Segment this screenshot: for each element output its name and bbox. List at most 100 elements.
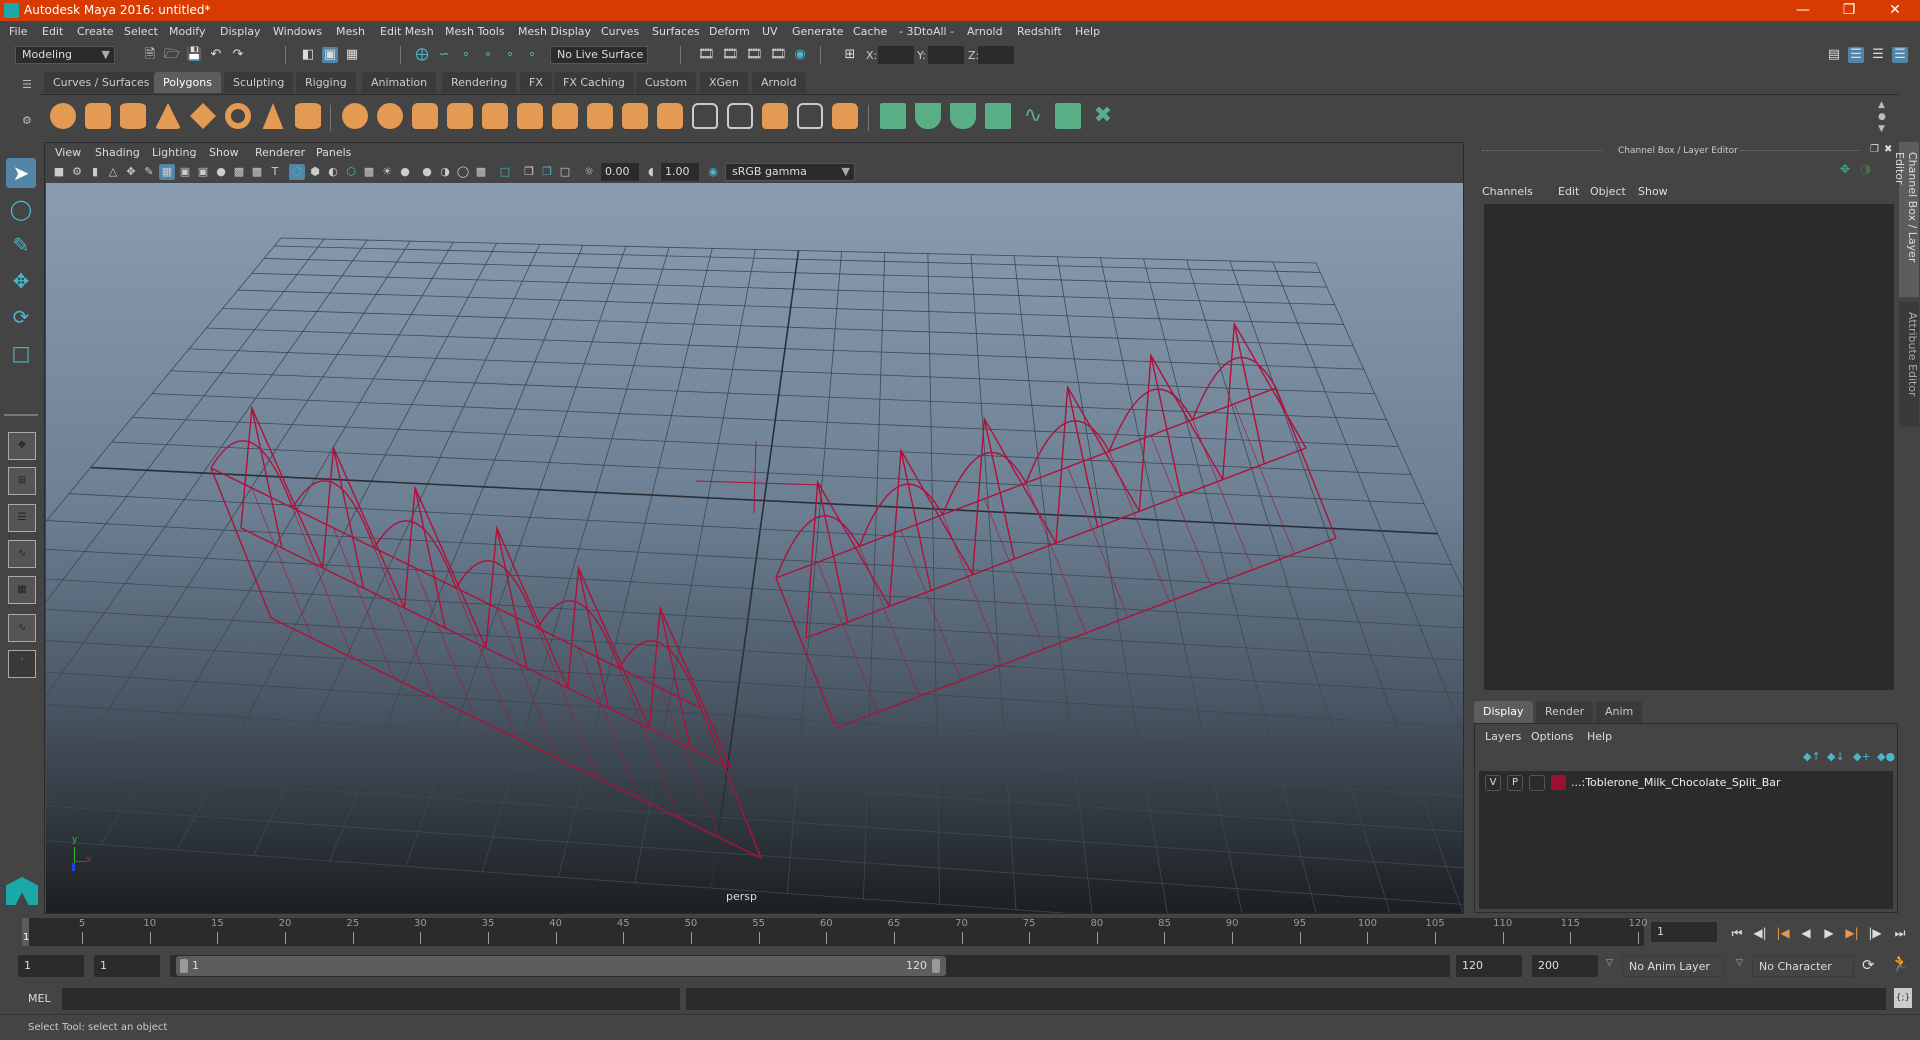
view-transform-dropdown[interactable]: sRGB gamma ▼ bbox=[725, 163, 855, 181]
poly-cone-icon[interactable] bbox=[155, 103, 181, 129]
default-material-icon[interactable]: ◐ bbox=[325, 164, 341, 180]
image-plane-icon[interactable]: △ bbox=[105, 164, 121, 180]
shelf-tab-arnold[interactable]: Arnold bbox=[752, 72, 806, 93]
poly-sphere-icon[interactable] bbox=[50, 103, 76, 129]
select-by-component-icon[interactable]: ▦ bbox=[344, 47, 360, 63]
snap-bake-icon[interactable]: ∘ bbox=[524, 47, 540, 63]
xray-joints-icon[interactable]: ❐ bbox=[539, 164, 555, 180]
rotate-tool-icon[interactable]: ⟳ bbox=[6, 302, 36, 332]
connect-icon[interactable] bbox=[657, 103, 683, 129]
menu-redshift[interactable]: Redshift bbox=[1017, 25, 1062, 38]
motion-blur-icon[interactable]: ◑ bbox=[437, 164, 453, 180]
current-frame-field[interactable]: 1 bbox=[1651, 922, 1717, 942]
shadows-icon[interactable]: ● bbox=[397, 164, 413, 180]
object-menu[interactable]: Object bbox=[1590, 185, 1626, 198]
poly-pipe-icon[interactable] bbox=[295, 103, 321, 129]
command-input[interactable] bbox=[62, 988, 680, 1010]
menu-arnold[interactable]: Arnold bbox=[967, 25, 1003, 38]
shelf-tab-sculpting[interactable]: Sculpting bbox=[224, 72, 294, 93]
z-field[interactable] bbox=[978, 46, 1014, 64]
animation-start-field[interactable]: 1 bbox=[18, 955, 84, 977]
anim-layer-dropdown[interactable]: No Anim Layer bbox=[1622, 955, 1724, 977]
append-polygon-icon[interactable] bbox=[692, 103, 718, 129]
field-chart-icon[interactable]: ▩ bbox=[231, 164, 247, 180]
four-view-layout-icon[interactable]: ⊞ bbox=[8, 467, 36, 495]
poly-torus-icon[interactable] bbox=[225, 103, 251, 129]
menu-create[interactable]: Create bbox=[77, 25, 114, 38]
snap-view-plane-icon[interactable]: ∘ bbox=[480, 47, 496, 63]
shelf-tab-rigging[interactable]: Rigging bbox=[296, 72, 356, 93]
menu-generate[interactable]: Generate bbox=[792, 25, 843, 38]
menu-file[interactable]: File bbox=[9, 25, 27, 38]
exposure-field[interactable]: 0.00 bbox=[601, 163, 639, 181]
playback-start-field[interactable]: 1 bbox=[94, 955, 160, 977]
tool-settings-icon[interactable]: ☰ bbox=[1870, 47, 1886, 63]
color-management-icon[interactable]: ◉ bbox=[705, 164, 721, 180]
bridge-icon[interactable] bbox=[552, 103, 578, 129]
render-settings-icon[interactable]: 🎞 bbox=[698, 47, 715, 63]
gate-mask-icon[interactable]: ● bbox=[213, 164, 229, 180]
close-button[interactable]: ✕ bbox=[1872, 0, 1918, 21]
go-to-end-icon[interactable]: ⏭ bbox=[1891, 924, 1909, 942]
shelf-tab-fx[interactable]: FX bbox=[520, 72, 552, 93]
show-menu[interactable]: Show bbox=[1638, 185, 1668, 198]
grease-pencil-icon[interactable]: ✎ bbox=[141, 164, 157, 180]
menu-curves[interactable]: Curves bbox=[601, 25, 639, 38]
multi-cut-icon[interactable] bbox=[587, 103, 613, 129]
hyper-icon[interactable]: ∕ bbox=[1880, 162, 1884, 177]
shelf-tab-rendering[interactable]: Rendering bbox=[442, 72, 517, 93]
persp-outliner-layout-icon[interactable]: ☰ bbox=[8, 504, 36, 532]
viewport-menu-shading[interactable]: Shading bbox=[95, 146, 140, 159]
modeling-toolkit-icon[interactable]: ▤ bbox=[1826, 47, 1842, 63]
lasso-tool-icon[interactable]: ◯ bbox=[6, 194, 36, 224]
channel-box-toggle-icon[interactable]: ☰ bbox=[1892, 47, 1908, 63]
layout-uvs-icon[interactable] bbox=[1055, 103, 1081, 129]
layer-tab-display[interactable]: Display bbox=[1474, 701, 1533, 723]
poly-cube-icon[interactable] bbox=[85, 103, 111, 129]
combine-icon[interactable] bbox=[342, 103, 368, 129]
custom-layout-icon[interactable]: ˙ bbox=[8, 650, 36, 678]
safe-title-icon[interactable]: T bbox=[267, 164, 283, 180]
poly-plane-icon[interactable] bbox=[190, 103, 216, 129]
menu-surfaces[interactable]: Surfaces bbox=[652, 25, 700, 38]
animation-end-field[interactable]: 200 bbox=[1532, 955, 1598, 977]
resolution-gate-icon[interactable]: ▣ bbox=[195, 164, 211, 180]
smooth-icon[interactable] bbox=[447, 103, 473, 129]
shelf-tab-custom[interactable]: Custom bbox=[636, 72, 697, 93]
select-by-object-icon[interactable]: ▣ bbox=[322, 47, 338, 63]
textured-icon[interactable]: ▩ bbox=[361, 164, 377, 180]
isolate-select-icon[interactable]: □ bbox=[497, 164, 513, 180]
transform-input-icon[interactable]: ⊞ bbox=[842, 47, 858, 63]
shelf-tab-curves-surfaces[interactable]: Curves / Surfaces bbox=[44, 72, 159, 93]
perspective-view[interactable]: persp y x bbox=[46, 183, 1463, 913]
anim-layer-chevron-icon[interactable]: ▽ bbox=[1606, 958, 1613, 968]
viewport-menu-panels[interactable]: Panels bbox=[316, 146, 351, 159]
viewport-menu-lighting[interactable]: Lighting bbox=[152, 146, 196, 159]
hypershade-icon[interactable]: ◉ bbox=[792, 47, 808, 63]
camera-icon[interactable]: ■ bbox=[51, 164, 67, 180]
new-layer-selected-icon[interactable]: ◆● bbox=[1877, 750, 1895, 763]
help-menu[interactable]: Help bbox=[1587, 730, 1612, 743]
layer-color-swatch[interactable] bbox=[1551, 775, 1566, 790]
layer-row[interactable]: V P ...:Toblerone_Milk_Chocolate_Split_B… bbox=[1479, 773, 1893, 793]
move-layer-up-icon[interactable]: ◆↑ bbox=[1803, 750, 1821, 763]
menu-display[interactable]: Display bbox=[220, 25, 261, 38]
auto-key-icon[interactable]: ⟳ bbox=[1862, 956, 1875, 974]
open-scene-icon[interactable]: 🗁 bbox=[164, 47, 180, 63]
menu-edit[interactable]: Edit bbox=[42, 25, 63, 38]
2d-pan-zoom-icon[interactable]: ✥ bbox=[123, 164, 139, 180]
scale-tool-icon[interactable]: □ bbox=[6, 338, 36, 368]
move-layer-down-icon[interactable]: ◆↓ bbox=[1827, 750, 1845, 763]
snap-curve-icon[interactable]: ∽ bbox=[436, 47, 452, 63]
separate-icon[interactable] bbox=[377, 103, 403, 129]
ipr-render-icon[interactable]: 🎞 bbox=[746, 47, 763, 63]
menu-help[interactable]: Help bbox=[1075, 25, 1100, 38]
bevel-icon[interactable] bbox=[517, 103, 543, 129]
render-view-icon[interactable]: 🎞 bbox=[770, 47, 787, 63]
bookmark-icon[interactable]: ▮ bbox=[87, 164, 103, 180]
menu-set-dropdown[interactable]: Modeling ▼ bbox=[15, 46, 115, 64]
range-start-handle[interactable] bbox=[180, 959, 188, 973]
menu-mesh-display[interactable]: Mesh Display bbox=[518, 25, 591, 38]
step-forward-frame-icon[interactable]: |▶ bbox=[1866, 924, 1884, 942]
minimize-button[interactable]: — bbox=[1780, 0, 1826, 21]
